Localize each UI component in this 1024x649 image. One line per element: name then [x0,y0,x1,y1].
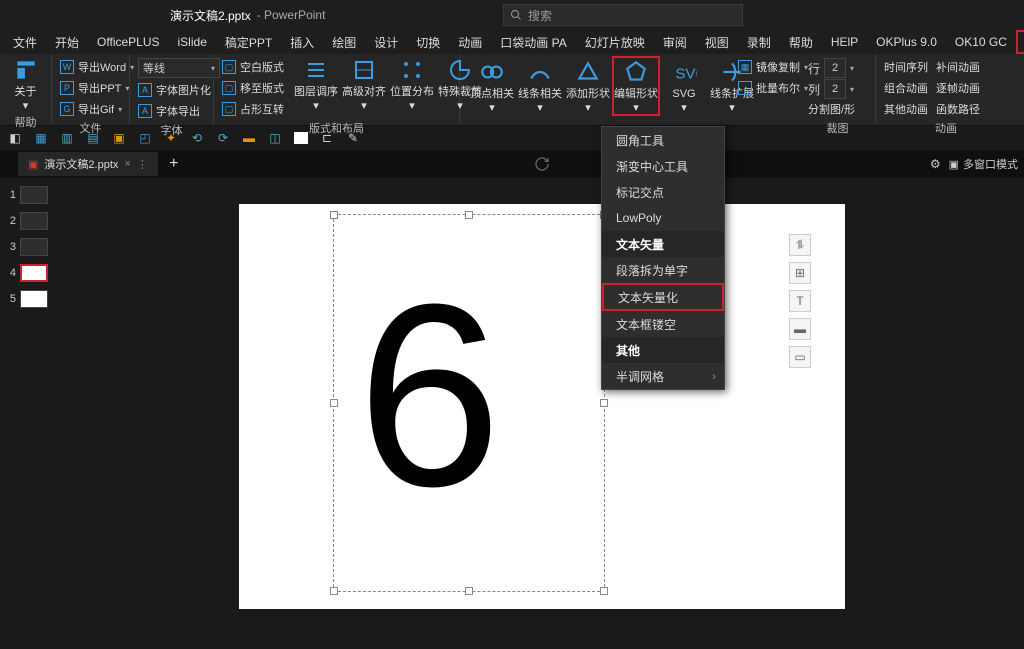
menu-录制[interactable]: 录制 [738,30,780,54]
menu-幻灯片放映[interactable]: 幻灯片放映 [576,30,654,54]
menu-口袋动画 PA[interactable]: 口袋动画 PA [491,30,575,54]
title-bar: 演示文稿2.pptx - PowerPoint 搜索 [0,0,1024,30]
shape-big[interactable]: 线条相关▾ [516,56,564,116]
export-btn[interactable]: G导出Gif▾ [60,100,134,118]
side-tool[interactable]: ▭ [789,346,811,368]
menu-LvyhTools(201114)[interactable]: LvyhTools(201114) [1016,30,1024,54]
mirror-copy[interactable]: ▦镜像复制▾ [738,58,808,76]
slide-thumb[interactable]: 2 [4,212,56,230]
gear-icon[interactable]: ⚙ [930,157,941,171]
app-name: - PowerPoint [257,8,326,22]
selection-box[interactable] [333,214,605,592]
shape-big[interactable]: 添加形状▾ [564,56,612,116]
ribbon: 关于▾ 帮助 W导出Word▾P导出PPT▾G导出Gif▾ 文件 等线▾ A字体… [0,54,1024,126]
slide-thumb[interactable]: 5 [4,290,56,308]
layout-big[interactable]: 图层调序▾ [292,56,340,112]
anim-btn[interactable]: 时间序列 [884,58,928,76]
menu-开始[interactable]: 开始 [46,30,88,54]
menu-切换[interactable]: 切换 [407,30,449,54]
side-tool[interactable]: ⥮ [789,234,811,256]
menu-视图[interactable]: 视图 [696,30,738,54]
shape-big[interactable]: SVGSVG▾ [660,56,708,116]
export-btn[interactable]: P导出PPT▾ [60,79,134,97]
side-tool[interactable]: T [789,290,811,312]
font-to-image[interactable]: A字体图片化 [138,81,220,99]
menu-审阅[interactable]: 审阅 [654,30,696,54]
document-tabs: ▣ 演示文稿2.pptx × ⋮ + ⚙ ▣ 多窗口模式 [0,150,1024,178]
rotate-handle[interactable] [534,156,550,175]
menu-设计[interactable]: 设计 [365,30,407,54]
ctx-item[interactable]: 圆角工具 [602,127,724,153]
menu-HElP[interactable]: HElP [822,30,867,54]
menu-动画[interactable]: 动画 [449,30,491,54]
slide-thumb[interactable]: 3 [4,238,56,256]
menu-OfficePLUS[interactable]: OfficePLUS [88,30,168,54]
col-input[interactable]: 2 [824,79,846,99]
shape-big[interactable]: 顶点相关▾ [468,56,516,116]
search-input[interactable]: 搜索 [503,4,743,26]
menu-OKPlus 9.0[interactable]: OKPlus 9.0 [867,30,946,54]
ctx-item[interactable]: LowPoly [602,205,724,231]
menu-iSlide[interactable]: iSlide [169,30,216,54]
ctx-item[interactable]: 半调网格› [602,363,724,389]
slide[interactable]: 6 ⥮ ⊞ T ▬ ▭ [239,204,845,609]
font-export[interactable]: A字体导出 [138,102,220,120]
anim-btn[interactable]: 其他动画 [884,100,928,118]
anim-btn[interactable]: 补间动画 [936,58,980,76]
ctx-item[interactable]: 标记交点 [602,179,724,205]
slide-thumbnails: 1 2 3 4 5 [0,178,60,649]
slide-side-tools: ⥮ ⊞ T ▬ ▭ [789,234,811,368]
font-dropdown[interactable]: 等线▾ [138,58,220,78]
menu-文件[interactable]: 文件 [4,30,46,54]
ctx-item[interactable]: 段落拆为单字 [602,257,724,283]
menu-OK10 GC[interactable]: OK10 GC [946,30,1016,54]
menu-绘图[interactable]: 绘图 [323,30,365,54]
document-tab[interactable]: ▣ 演示文稿2.pptx × ⋮ [18,152,158,176]
layout-btn[interactable]: ▢移至版式 [222,79,284,97]
side-tool[interactable]: ▬ [789,318,811,340]
anim-btn[interactable]: 组合动画 [884,79,928,97]
menu-bar: 文件开始OfficePLUSiSlide稿定PPT插入绘图设计切换动画口袋动画 … [0,30,1024,54]
row-input[interactable]: 2 [824,58,846,78]
export-btn[interactable]: W导出Word▾ [60,58,134,76]
workspace: 1 2 3 4 5 6 ⥮ ⊞ T ▬ ▭ [0,178,1024,649]
ctx-item[interactable]: 文本矢量化 [602,283,724,311]
anim-btn[interactable]: 逐帧动画 [936,79,980,97]
batch-bool[interactable]: ◔批量布尔▾ [738,79,808,97]
menu-稿定PPT[interactable]: 稿定PPT [216,30,281,54]
layout-big[interactable]: 位置分布▾ [388,56,436,112]
layout-btn[interactable]: ▢占形互转 [222,100,284,118]
menu-帮助[interactable]: 帮助 [780,30,822,54]
split-shape[interactable]: 分割图/形 [808,100,855,118]
search-icon [510,9,522,21]
side-tool[interactable]: ⊞ [789,262,811,284]
slide-thumb[interactable]: 4 [4,264,56,282]
about-button[interactable]: 关于▾ [8,56,43,112]
ctx-item[interactable]: 渐变中心工具 [602,153,724,179]
layout-btn[interactable]: ▢空白版式 [222,58,284,76]
ctx-header: 文本矢量 [602,231,724,257]
slide-thumb[interactable]: 1 [4,186,56,204]
context-menu: 圆角工具渐变中心工具标记交点LowPoly文本矢量段落拆为单字文本矢量化文本框镂… [601,126,725,390]
layout-big[interactable]: 高级对齐▾ [340,56,388,112]
ppt-icon: ▣ [28,158,38,171]
svg-text:SVG: SVG [675,66,697,83]
ctx-item[interactable]: 文本框镂空 [602,311,724,337]
anim-btn[interactable]: 函数路径 [936,100,980,118]
shape-big[interactable]: 编辑形状▾ [612,56,660,116]
add-tab[interactable]: + [162,152,186,176]
multiwindow-button[interactable]: ▣ 多窗口模式 [949,156,1018,172]
file-name: 演示文稿2.pptx [170,7,251,24]
menu-插入[interactable]: 插入 [281,30,323,54]
ctx-header: 其他 [602,337,724,363]
slide-canvas[interactable]: 6 ⥮ ⊞ T ▬ ▭ [60,178,1024,649]
close-tab[interactable]: × [124,158,130,170]
